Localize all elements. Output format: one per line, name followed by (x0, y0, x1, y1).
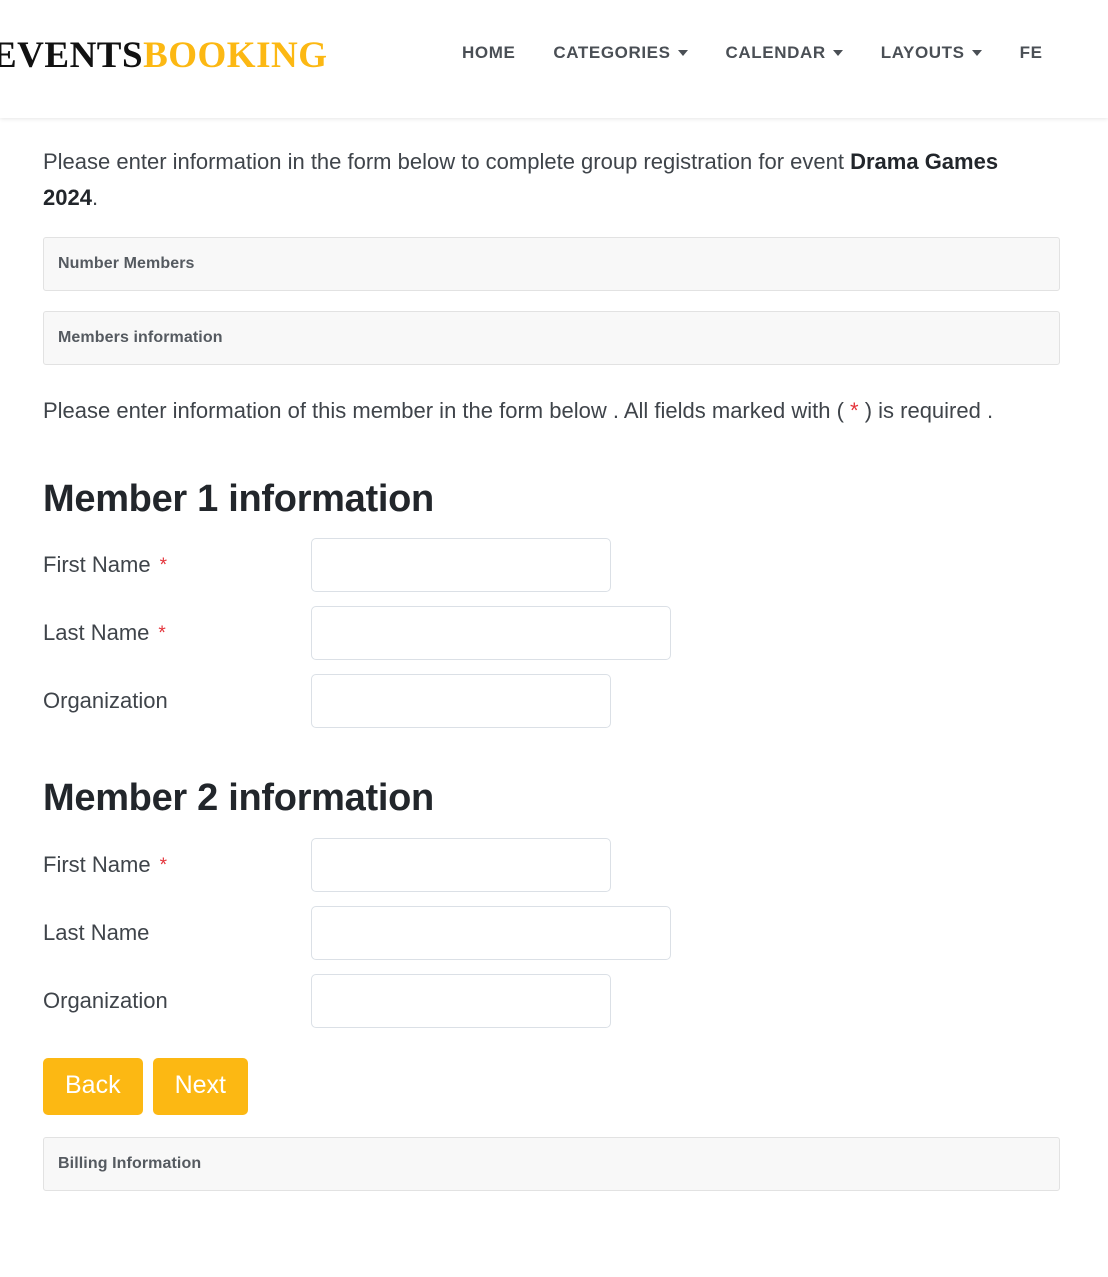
form-button-row: Back Next (43, 1058, 1060, 1116)
nav-item-label: LAYOUTS (880, 43, 965, 62)
required-fields-note: Please enter information of this member … (43, 393, 1060, 429)
form-field-row: Organization (43, 974, 1060, 1029)
panel-number-members-heading[interactable]: Number Members (44, 238, 1059, 290)
note-part-2: ) is required . (858, 398, 994, 424)
logo-text-booking: BOOKING (143, 35, 328, 76)
members-form-container: Member 1 information First Name * Last Name… (43, 477, 1060, 1029)
panel-members-information[interactable]: Members information (43, 311, 1060, 366)
back-button[interactable]: Back (43, 1058, 143, 1116)
nav-item-features-truncated[interactable]: FE (1020, 44, 1043, 61)
member-1-last-name-input[interactable] (311, 606, 671, 661)
member-2-heading: Member 2 information (43, 777, 434, 820)
site-logo[interactable]: EVENTSBOOKING (0, 37, 327, 74)
chevron-down-icon (677, 49, 688, 56)
intro-prefix: Please enter information in the form bel… (43, 149, 851, 174)
nav-item-layouts[interactable]: LAYOUTS (881, 44, 982, 61)
nav-item-label: CALENDAR (725, 43, 826, 62)
member-2-first-name-input[interactable] (311, 838, 611, 893)
member-1-heading: Member 1 information (43, 477, 434, 520)
required-indicator-icon: * (159, 555, 167, 577)
member-2-last-name-label: Last Name (43, 919, 311, 948)
field-label-text: First Name (43, 552, 151, 578)
panel-number-members[interactable]: Number Members (43, 237, 1060, 292)
nav-item-categories[interactable]: CATEGORIES (553, 43, 688, 62)
form-field-row: First Name * (43, 538, 1060, 593)
site-header: EVENTSBOOKING HOME CATEGORIES CALENDAR LAYO… (0, 0, 1108, 118)
registration-intro-text: Please enter information in the form bel… (43, 144, 1043, 215)
nav-item-label: CATEGORIES (553, 43, 671, 62)
logo-text-events: EVENTS (0, 35, 144, 76)
panel-billing-information[interactable]: Billing Information (43, 1137, 1060, 1192)
form-field-row: Organization (43, 674, 1060, 729)
form-field-row: Last Name * (43, 606, 1060, 661)
member-2-organization-label: Organization (43, 987, 311, 1016)
chevron-down-icon (832, 49, 843, 56)
member-1-first-name-label: First Name * (43, 551, 311, 580)
note-required-asterisk: * (850, 398, 859, 424)
required-indicator-icon: * (158, 623, 166, 645)
panel-members-information-heading[interactable]: Members information (44, 312, 1059, 364)
field-label-text: Last Name (43, 919, 150, 945)
member-2-first-name-label: First Name * (43, 851, 311, 880)
member-2-organization-input[interactable] (311, 974, 611, 1029)
field-label-text: Last Name (43, 620, 150, 646)
page-content: Please enter information in the form bel… (0, 144, 1108, 1192)
field-label-text: Organization (43, 688, 168, 714)
nav-item-home[interactable]: HOME (462, 44, 515, 61)
main-navigation: HOME CATEGORIES CALENDAR LAYOUTS FE (462, 44, 1043, 61)
next-button[interactable]: Next (152, 1058, 248, 1116)
form-field-row: First Name * (43, 838, 1060, 893)
nav-item-label: FE (1019, 43, 1043, 62)
note-part-1: Please enter information of this member … (43, 398, 851, 424)
field-label-text: Organization (43, 987, 168, 1013)
member-1-last-name-label: Last Name * (43, 619, 311, 648)
member-2-last-name-input[interactable] (311, 906, 671, 961)
chevron-down-icon (971, 49, 982, 56)
intro-suffix: . (91, 184, 99, 210)
required-indicator-icon: * (159, 854, 167, 876)
panel-billing-information-heading[interactable]: Billing Information (44, 1138, 1059, 1190)
form-field-row: Last Name (43, 906, 1060, 961)
field-label-text: First Name (43, 851, 151, 877)
member-1-first-name-input[interactable] (311, 538, 611, 593)
nav-item-label: HOME (462, 43, 516, 62)
nav-item-calendar[interactable]: CALENDAR (726, 44, 843, 61)
member-1-organization-label: Organization (43, 687, 311, 716)
member-1-organization-input[interactable] (311, 674, 611, 729)
